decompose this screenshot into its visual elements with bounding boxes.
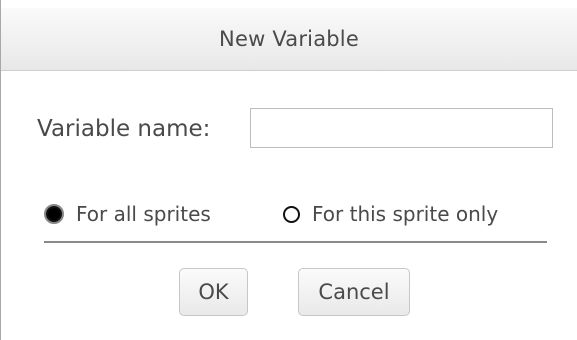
ok-button[interactable]: OK: [179, 268, 248, 316]
cancel-button[interactable]: Cancel: [298, 268, 410, 316]
scope-option-all-sprites[interactable]: For all sprites: [44, 196, 211, 232]
new-variable-dialog: New Variable Variable name: For all spri…: [0, 0, 577, 340]
scope-option-this-sprite-label: For this sprite only: [312, 202, 499, 226]
dialog-title: New Variable: [219, 27, 359, 51]
variable-name-label: Variable name:: [37, 116, 211, 142]
scope-option-all-sprites-label: For all sprites: [76, 202, 211, 226]
scope-option-this-sprite[interactable]: For this sprite only: [283, 196, 498, 232]
radio-unselected-icon[interactable]: [283, 205, 300, 223]
radio-selected-icon[interactable]: [44, 204, 64, 224]
dialog-titlebar[interactable]: New Variable: [1, 8, 577, 71]
variable-name-row: Variable name:: [37, 108, 210, 150]
divider: [44, 241, 547, 243]
variable-name-input[interactable]: [250, 108, 553, 148]
